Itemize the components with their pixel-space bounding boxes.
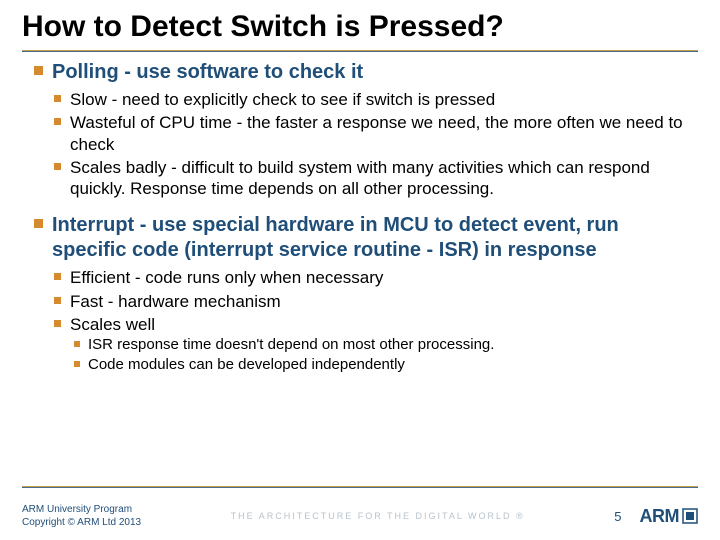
- title-divider: [22, 50, 698, 52]
- bullet-icon: [54, 273, 61, 280]
- spacer: [30, 199, 690, 213]
- list-item-text: Scales well: [70, 314, 690, 335]
- section-heading: Interrupt - use special hardware in MCU …: [52, 213, 690, 263]
- bullet-icon: [74, 361, 80, 367]
- copyright: Copyright © ARM Ltd 2013: [22, 516, 141, 529]
- footer: ARM University Program Copyright © ARM L…: [0, 492, 720, 540]
- section-interrupt: Interrupt - use special hardware in MCU …: [30, 213, 690, 263]
- list-item-text: Fast - hardware mechanism: [70, 291, 690, 312]
- content-area: Polling - use software to check it Slow …: [0, 60, 720, 375]
- list-item: Code modules can be developed independen…: [30, 356, 690, 375]
- list-item-text: ISR response time doesn't depend on most…: [88, 336, 690, 355]
- list-item-text: Efficient - code runs only when necessar…: [70, 267, 690, 288]
- list-item-text: Scales badly - difficult to build system…: [70, 157, 690, 200]
- page-title: How to Detect Switch is Pressed?: [0, 0, 720, 50]
- footer-tagline: THE ARCHITECTURE FOR THE DIGITAL WORLD ®: [141, 511, 614, 521]
- list-item: ISR response time doesn't depend on most…: [30, 336, 690, 355]
- list-item: Scales well: [30, 314, 690, 335]
- bullet-icon: [54, 163, 61, 170]
- bullet-icon: [34, 219, 43, 228]
- bullet-icon: [54, 297, 61, 304]
- bullet-icon: [34, 66, 43, 75]
- list-item-text: Code modules can be developed independen…: [88, 356, 690, 375]
- list-item-text: Wasteful of CPU time - the faster a resp…: [70, 112, 690, 155]
- arm-logo: ARM: [640, 506, 699, 527]
- logo-mark-icon: [682, 508, 698, 524]
- program-name: ARM University Program: [22, 503, 141, 516]
- list-item: Slow - need to explicitly check to see i…: [30, 89, 690, 110]
- list-item: Fast - hardware mechanism: [30, 291, 690, 312]
- logo-text: ARM: [640, 506, 680, 527]
- bullet-icon: [74, 341, 80, 347]
- footer-divider: [22, 486, 698, 488]
- section-heading: Polling - use software to check it: [52, 60, 690, 85]
- section-polling: Polling - use software to check it: [30, 60, 690, 85]
- bullet-icon: [54, 118, 61, 125]
- bullet-icon: [54, 320, 61, 327]
- footer-left: ARM University Program Copyright © ARM L…: [22, 503, 141, 529]
- list-item-text: Slow - need to explicitly check to see i…: [70, 89, 690, 110]
- page-number: 5: [614, 509, 621, 524]
- list-item: Wasteful of CPU time - the faster a resp…: [30, 112, 690, 155]
- bullet-icon: [54, 95, 61, 102]
- list-item: Scales badly - difficult to build system…: [30, 157, 690, 200]
- slide: How to Detect Switch is Pressed? Polling…: [0, 0, 720, 540]
- list-item: Efficient - code runs only when necessar…: [30, 267, 690, 288]
